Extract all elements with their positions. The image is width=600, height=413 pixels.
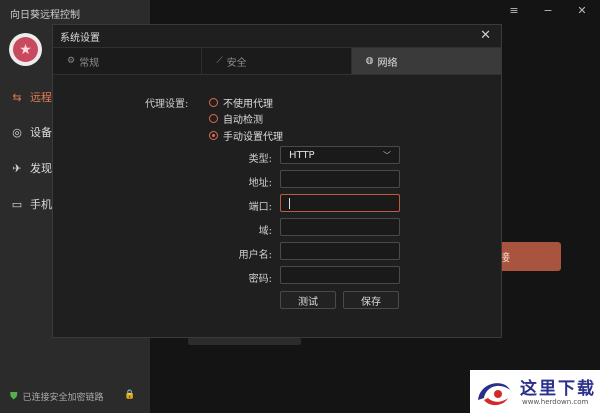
tab-label: 网络 xyxy=(377,57,398,69)
radio-auto-detect[interactable]: 自动检测 xyxy=(209,111,263,126)
proxy-type-select[interactable]: HTTP ﹀ xyxy=(280,146,400,164)
dialog-title: 系统设置 xyxy=(60,32,100,44)
proxy-type-value: HTTP xyxy=(289,149,315,161)
domain-input[interactable] xyxy=(280,218,400,236)
address-input[interactable] xyxy=(280,170,400,188)
password-input[interactable] xyxy=(280,266,400,284)
port-label: 端口: xyxy=(248,202,272,213)
radio-label: 手动设置代理 xyxy=(223,132,283,143)
radio-label: 自动检测 xyxy=(223,115,263,126)
menu-icon[interactable]: ≡ xyxy=(507,4,521,17)
radio-button-checked[interactable] xyxy=(209,131,218,140)
proxy-settings-label: 代理设置: xyxy=(145,99,189,110)
device-icon: ◎ xyxy=(12,125,22,139)
settings-tabs: ⚙ 常规 ⟋ 安全 ◍ 网络 xyxy=(53,47,501,75)
username-label: 用户名: xyxy=(238,250,272,261)
username-input[interactable] xyxy=(280,242,400,260)
save-button-label: 保存 xyxy=(361,296,381,308)
wrench-icon: ⟋ xyxy=(216,56,223,66)
watermark-url: www.herdown.com xyxy=(522,398,589,406)
tab-security[interactable]: ⟋ 安全 xyxy=(202,48,352,74)
tab-network[interactable]: ◍ 网络 xyxy=(351,48,501,74)
sidebar-item-label: 设备 xyxy=(30,126,52,139)
connection-status: ⛊ 已连接安全加密链路 xyxy=(10,390,104,403)
watermark-text: 这里下载 xyxy=(520,379,596,399)
settings-dialog: 系统设置 ✕ ⚙ 常规 ⟋ 安全 ◍ 网络 代理设置: 不使用代理 自动检测 手… xyxy=(52,24,502,338)
save-button[interactable]: 保存 xyxy=(343,291,399,309)
radio-manual-proxy[interactable]: 手动设置代理 xyxy=(209,128,283,143)
test-button-label: 测试 xyxy=(298,296,318,308)
avatar[interactable]: ★ xyxy=(9,33,42,66)
sidebar-item-label: 远程 xyxy=(30,91,52,104)
radio-label: 不使用代理 xyxy=(223,99,273,110)
hidden-input-bar xyxy=(188,338,301,345)
text-caret xyxy=(289,198,290,209)
dialog-header: 系统设置 ✕ xyxy=(53,25,501,47)
address-label: 地址: xyxy=(248,178,272,189)
gear-icon: ⚙ xyxy=(67,56,76,66)
radio-button[interactable] xyxy=(209,98,218,107)
chevron-down-icon: ﹀ xyxy=(383,150,391,160)
tab-general[interactable]: ⚙ 常规 xyxy=(53,48,203,74)
radio-no-proxy[interactable]: 不使用代理 xyxy=(209,95,273,110)
sidebar-item-label: 发现 xyxy=(30,162,52,175)
password-label: 密码: xyxy=(248,274,272,285)
shield-icon: ⛊ xyxy=(10,391,18,402)
port-input[interactable] xyxy=(280,194,400,212)
sunflower-logo-icon: ★ xyxy=(13,37,38,62)
globe-icon: ◍ xyxy=(365,56,374,66)
type-label: 类型: xyxy=(248,154,272,165)
test-button[interactable]: 测试 xyxy=(280,291,336,309)
radio-button[interactable] xyxy=(209,114,218,123)
dialog-close-icon[interactable]: ✕ xyxy=(480,28,491,43)
remote-icon: ⇆ xyxy=(12,90,22,104)
tab-label: 安全 xyxy=(226,57,247,69)
sidebar-item-label: 手机 xyxy=(30,198,52,211)
domain-label: 域: xyxy=(258,226,272,237)
minimize-icon[interactable]: − xyxy=(541,4,555,17)
tab-label: 常规 xyxy=(79,57,100,69)
status-text: 已连接安全加密链路 xyxy=(22,393,104,403)
lock-icon[interactable]: 🔒 xyxy=(124,390,135,400)
discover-icon: ✈ xyxy=(12,161,22,175)
close-icon[interactable]: ✕ xyxy=(575,4,589,17)
monitor-icon: ▭ xyxy=(11,197,23,211)
app-title: 向日葵远程控制 xyxy=(10,10,80,21)
